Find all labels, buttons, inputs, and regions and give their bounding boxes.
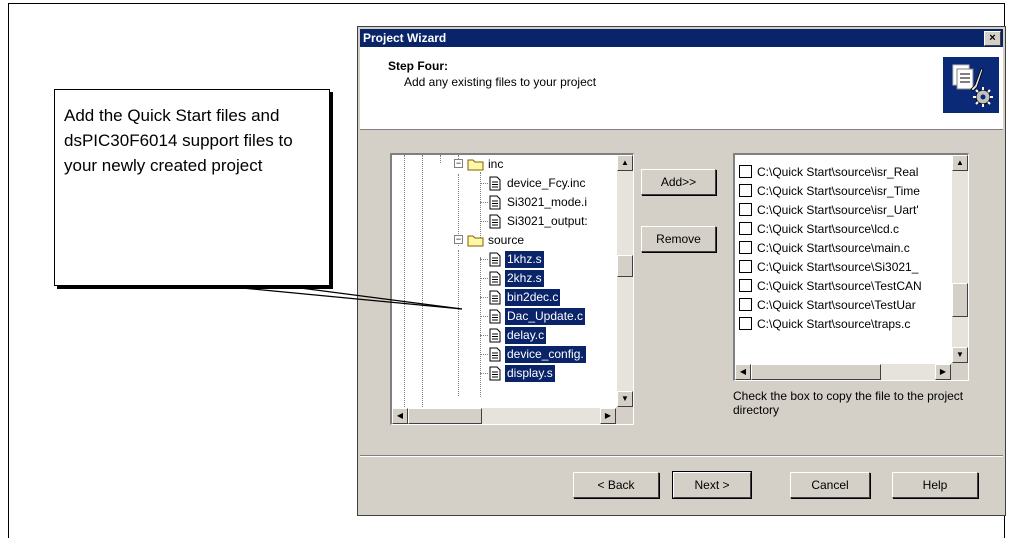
callout-text: Add the Quick Start files and dsPIC30F60…	[64, 106, 293, 175]
annotation-callout: Add the Quick Start files and dsPIC30F60…	[54, 89, 330, 286]
